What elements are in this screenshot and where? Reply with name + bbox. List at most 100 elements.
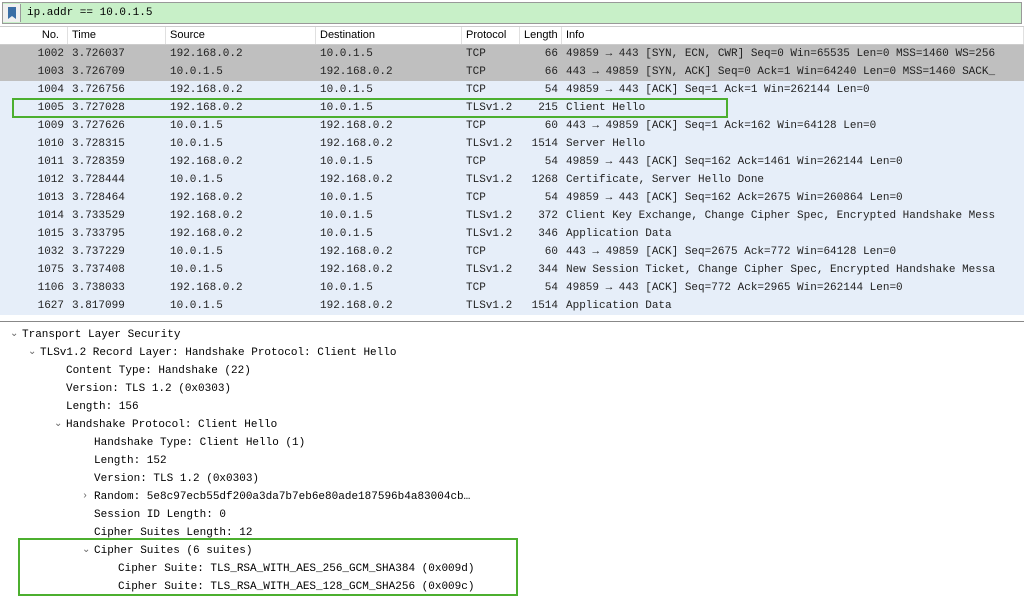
cell: 192.168.0.2 [166,45,316,63]
tree-session-id-length[interactable]: Session ID Length: 0 [6,506,1018,524]
cell: 3.728315 [68,135,166,153]
table-row[interactable]: 10103.72831510.0.1.5192.168.0.2TLSv1.215… [0,135,1024,153]
col-length[interactable]: Length [520,27,562,44]
cell: TCP [462,81,520,99]
twister-open-icon[interactable]: ⌄ [10,326,22,344]
col-protocol[interactable]: Protocol [462,27,520,44]
cell: 10.0.1.5 [166,171,316,189]
tree-content-type[interactable]: Content Type: Handshake (22) [6,362,1018,380]
cell: 49859 → 443 [SYN, ECN, CWR] Seq=0 Win=65… [562,45,1024,63]
cell: 10.0.1.5 [316,99,462,117]
tree-root[interactable]: ⌄Transport Layer Security [6,326,1018,344]
packet-rows: 10023.726037192.168.0.210.0.1.5TCP664985… [0,45,1024,315]
table-row[interactable]: 10133.728464192.168.0.210.0.1.5TCP544985… [0,189,1024,207]
cell: 192.168.0.2 [166,279,316,297]
cell: 1014 [0,207,68,225]
cell: 192.168.0.2 [316,261,462,279]
cell: 192.168.0.2 [316,135,462,153]
tree-cipher-suites-length[interactable]: Cipher Suites Length: 12 [6,524,1018,542]
cell: 10.0.1.5 [166,297,316,315]
bookmark-icon[interactable] [3,4,21,22]
tree-cipher-suites[interactable]: ⌄Cipher Suites (6 suites) [6,542,1018,560]
tree-cipher-suite-1[interactable]: Cipher Suite: TLS_RSA_WITH_AES_256_GCM_S… [6,560,1018,578]
tree-record-layer[interactable]: ⌄TLSv1.2 Record Layer: Handshake Protoco… [6,344,1018,362]
table-row[interactable]: 10143.733529192.168.0.210.0.1.5TLSv1.237… [0,207,1024,225]
cell: 10.0.1.5 [316,45,462,63]
cell: 1032 [0,243,68,261]
table-row[interactable]: 10053.727028192.168.0.210.0.1.5TLSv1.221… [0,99,1024,117]
col-info[interactable]: Info [562,27,1024,44]
cell: TCP [462,243,520,261]
col-no[interactable]: No. [0,27,68,44]
cell: Server Hello [562,135,1024,153]
cell: 10.0.1.5 [166,117,316,135]
table-row[interactable]: 10033.72670910.0.1.5192.168.0.2TCP66443 … [0,63,1024,81]
twister-open-icon[interactable]: ⌄ [28,344,40,362]
cell: 1004 [0,81,68,99]
tree-cipher-suite-2[interactable]: Cipher Suite: TLS_RSA_WITH_AES_128_GCM_S… [6,578,1018,596]
tree-length[interactable]: Length: 156 [6,398,1018,416]
cell: 1514 [520,135,562,153]
cell: 1514 [520,297,562,315]
cell: TCP [462,117,520,135]
tree-version[interactable]: Version: TLS 1.2 (0x0303) [6,380,1018,398]
cell: TLSv1.2 [462,261,520,279]
cell: 1106 [0,279,68,297]
table-row[interactable]: 10113.728359192.168.0.210.0.1.5TCP544985… [0,153,1024,171]
cell: 3.726756 [68,81,166,99]
cell: 344 [520,261,562,279]
tree-length2[interactable]: Length: 152 [6,452,1018,470]
packet-details-panel: ⌄Transport Layer Security ⌄TLSv1.2 Recor… [0,322,1024,604]
twister-open-icon[interactable]: ⌄ [82,542,94,560]
cell: TLSv1.2 [462,99,520,117]
twister-closed-icon[interactable]: › [82,488,94,506]
table-row[interactable]: 10043.726756192.168.0.210.0.1.5TCP544985… [0,81,1024,99]
cell: 10.0.1.5 [166,135,316,153]
table-row[interactable]: 10023.726037192.168.0.210.0.1.5TCP664985… [0,45,1024,63]
table-row[interactable]: 10123.72844410.0.1.5192.168.0.2TLSv1.212… [0,171,1024,189]
col-destination[interactable]: Destination [316,27,462,44]
cell: 3.727028 [68,99,166,117]
cell: 3.728359 [68,153,166,171]
cell: 192.168.0.2 [316,171,462,189]
twister-open-icon[interactable]: ⌄ [54,416,66,434]
table-row[interactable]: 10753.73740810.0.1.5192.168.0.2TLSv1.234… [0,261,1024,279]
display-filter-bar [2,2,1022,24]
cell: 192.168.0.2 [166,81,316,99]
cell: 10.0.1.5 [316,189,462,207]
col-time[interactable]: Time [68,27,166,44]
table-row[interactable]: 10153.733795192.168.0.210.0.1.5TLSv1.234… [0,225,1024,243]
tree-handshake-protocol[interactable]: ⌄Handshake Protocol: Client Hello [6,416,1018,434]
cell: 10.0.1.5 [316,153,462,171]
packet-list-header[interactable]: No. Time Source Destination Protocol Len… [0,27,1024,45]
cell: 215 [520,99,562,117]
cell: 3.727626 [68,117,166,135]
cell: 3.738033 [68,279,166,297]
cell: 1005 [0,99,68,117]
cell: 49859 → 443 [ACK] Seq=162 Ack=2675 Win=2… [562,189,1024,207]
cell: TCP [462,189,520,207]
display-filter-input[interactable] [21,5,1021,21]
cell: 1011 [0,153,68,171]
cell: 54 [520,279,562,297]
cell: 443 → 49859 [SYN, ACK] Seq=0 Ack=1 Win=6… [562,63,1024,81]
tree-random[interactable]: ›Random: 5e8c97ecb55df200a3da7b7eb6e80ad… [6,488,1018,506]
tree-handshake-type[interactable]: Handshake Type: Client Hello (1) [6,434,1018,452]
cell: Client Hello [562,99,1024,117]
cell: 1009 [0,117,68,135]
cell: 192.168.0.2 [316,63,462,81]
table-row[interactable]: 10093.72762610.0.1.5192.168.0.2TCP60443 … [0,117,1024,135]
table-row[interactable]: 11063.738033192.168.0.210.0.1.5TCP544985… [0,279,1024,297]
cell: 1268 [520,171,562,189]
table-row[interactable]: 10323.73722910.0.1.5192.168.0.2TCP60443 … [0,243,1024,261]
cell: 66 [520,63,562,81]
cell: 372 [520,207,562,225]
cell: 192.168.0.2 [166,207,316,225]
table-row[interactable]: 16273.81709910.0.1.5192.168.0.2TLSv1.215… [0,297,1024,315]
cell: 10.0.1.5 [166,261,316,279]
col-source[interactable]: Source [166,27,316,44]
cell: 60 [520,243,562,261]
tree-version2[interactable]: Version: TLS 1.2 (0x0303) [6,470,1018,488]
cell: 10.0.1.5 [316,207,462,225]
cell: 3.733795 [68,225,166,243]
